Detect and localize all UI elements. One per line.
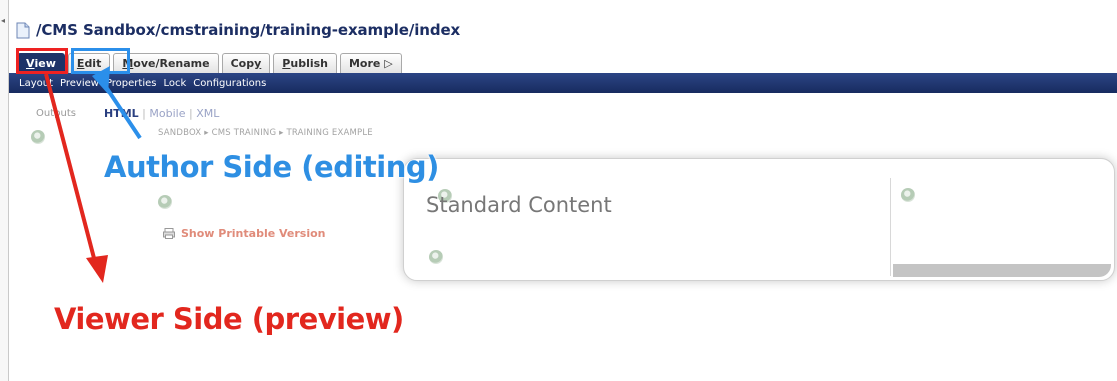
viewer-arrow — [44, 73, 108, 283]
annotation-arrows — [44, 66, 142, 283]
author-arrow — [92, 66, 142, 140]
